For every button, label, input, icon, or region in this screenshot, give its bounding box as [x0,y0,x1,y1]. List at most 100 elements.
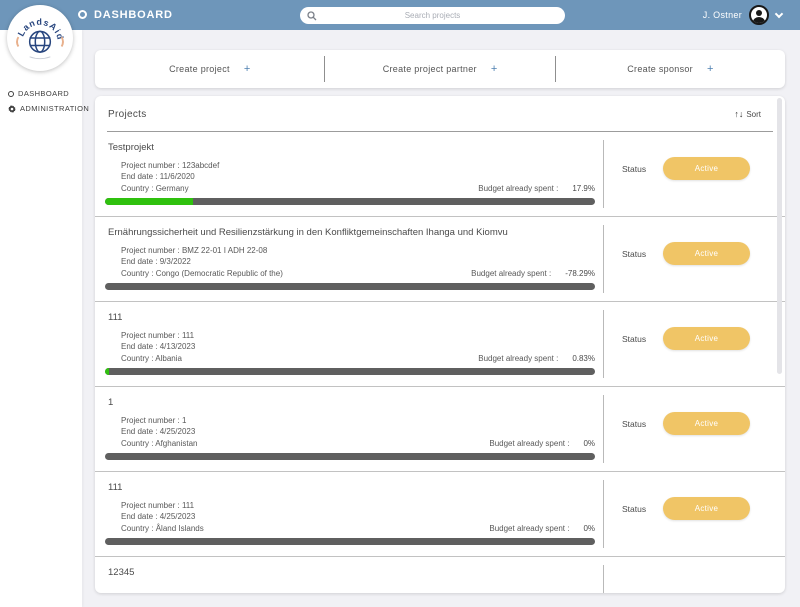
progress-fill [105,198,193,205]
country-value: Albania [155,354,182,363]
country-label: Country : [121,439,154,448]
status-zone: Status Active [622,497,750,520]
create-project-partner-label: Create project partner [382,64,477,74]
projects-panel: Projects ↑↓ Sort Testprojekt Project num… [95,96,785,593]
budget-value: -78.29% [565,269,595,278]
sidebar: DASHBOARD ADMINISTRATION [0,30,89,607]
project-row[interactable]: 111 Project number : 111 End date : 4/25… [95,472,785,557]
project-details: Project number : 111 End date : 4/25/202… [121,500,195,522]
status-badge[interactable]: Active [663,497,750,520]
project-number-label: Project number : [121,416,180,425]
budget-value: 0.83% [572,354,595,363]
project-details: Project number : 1 End date : 4/25/2023 [121,415,195,437]
create-project-label: Create project [169,64,230,74]
landsaid-logo-icon: LandsAid [16,17,65,60]
avatar-icon[interactable] [749,5,769,25]
end-date-label: End date : [121,257,158,266]
project-name: 1 [108,397,114,408]
sort-label: Sort [746,109,761,119]
project-number-value: 111 [181,501,195,510]
status-label: Status [622,504,647,514]
project-details: Project number : 111 End date : 4/13/202… [121,330,195,352]
project-details: Project number : 123abcdef End date : 11… [121,160,219,182]
status-label: Status [622,419,647,429]
country-value: Germany [155,184,189,193]
row-divider [603,395,604,463]
country-label: Country : [121,184,154,193]
search-bar[interactable] [300,7,565,24]
budget-progress-bar [105,368,595,375]
project-name: 111 [108,312,123,323]
end-date-value: 4/13/2023 [159,342,196,351]
create-project-button[interactable]: Create project + [95,56,324,82]
sidebar-item-dashboard[interactable]: DASHBOARD [8,89,89,98]
budget-label: Budget already spent : [478,184,559,193]
search-icon [307,11,317,21]
status-zone: Status Active [622,327,750,350]
status-badge[interactable]: Active [663,157,750,180]
country-label: Country : [121,269,154,278]
end-date-label: End date : [121,172,158,181]
user-menu[interactable]: J. Ostner [702,0,784,30]
project-number-value: 123abcdef [181,161,220,170]
end-date-value: 4/25/2023 [159,512,196,521]
budget-value: 0% [583,524,595,533]
plus-icon: + [706,63,714,75]
plus-icon: + [490,63,498,75]
project-row[interactable]: Testprojekt Project number : 123abcdef E… [95,132,785,217]
main-content: Create project + Create project partner … [82,30,800,607]
budget-value: 0% [583,439,595,448]
project-name: Testprojekt [108,142,154,153]
row-divider [603,140,604,208]
panel-scrollbar[interactable] [777,98,782,374]
sidebar-item-label: DASHBOARD [18,89,70,98]
row-divider [603,310,604,378]
status-badge[interactable]: Active [663,412,750,435]
row-divider [603,480,604,548]
end-date-label: End date : [121,427,158,436]
project-number-value: BMZ 22-01 I ADH 22-08 [181,246,268,255]
project-row[interactable]: 12345 Project number : End date : Countr… [95,557,785,593]
project-name: 12345 [108,567,135,578]
country-value: Åland Islands [155,524,204,533]
budget-progress-bar [105,453,595,460]
budget-label: Budget already spent : [489,439,570,448]
project-name: Ernährungssicherheit und Resilienzstärku… [108,227,508,238]
project-row[interactable]: 1 Project number : 1 End date : 4/25/202… [95,387,785,472]
sidebar-item-label: ADMINISTRATION [20,104,90,113]
end-date-label: End date : [121,512,158,521]
project-list: Testprojekt Project number : 123abcdef E… [95,132,785,593]
budget-label: Budget already spent : [489,524,570,533]
project-number-label: Project number : [121,246,180,255]
gear-icon [8,104,16,113]
project-row[interactable]: 111 Project number : 111 End date : 4/13… [95,302,785,387]
user-name: J. Ostner [702,10,742,20]
end-date-value: 11/6/2020 [159,172,195,181]
budget-progress-bar [105,538,595,545]
create-sponsor-button[interactable]: Create sponsor + [554,56,785,82]
budget-label: Budget already spent : [471,269,552,278]
project-row[interactable]: Ernährungssicherheit und Resilienzstärku… [95,217,785,302]
budget-label: Budget already spent : [478,354,559,363]
end-date-value: 9/3/2022 [159,257,191,266]
project-number-label: Project number : [121,161,180,170]
status-badge[interactable]: Active [663,242,750,265]
create-actions-bar: Create project + Create project partner … [95,50,785,88]
landsaid-logo: LandsAid [7,5,73,71]
country-label: Country : [121,524,154,533]
chevron-down-icon[interactable] [774,9,784,18]
status-badge[interactable]: Active [663,327,750,350]
sidebar-item-administration[interactable]: ADMINISTRATION [8,104,89,113]
ring-icon [8,90,14,97]
budget-value: 17.9% [572,184,595,193]
project-number-label: Project number : [121,501,180,510]
country-value: Congo (Democratic Republic of the) [155,269,283,278]
sort-button[interactable]: ↑↓ Sort [734,109,761,119]
project-number-value: 1 [181,416,187,425]
row-divider [603,225,604,293]
project-details: Project number : BMZ 22-01 I ADH 22-08 E… [121,245,267,267]
search-input[interactable] [300,7,565,24]
sort-arrows-icon: ↑↓ [734,109,744,119]
status-label: Status [622,334,647,344]
create-project-partner-button[interactable]: Create project partner + [324,56,554,82]
